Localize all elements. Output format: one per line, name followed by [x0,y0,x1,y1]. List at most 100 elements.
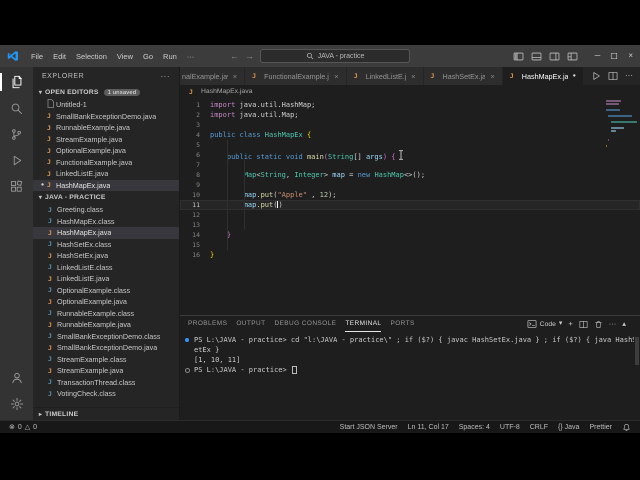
terminal-scrollbar[interactable] [635,337,639,365]
activity-explorer[interactable] [0,69,33,95]
file-tree-item[interactable]: J Greeting.class [33,204,179,216]
more-actions-icon[interactable]: ··· [161,72,171,81]
menu-item[interactable]: Selection [71,52,112,61]
toggle-panel-icon[interactable] [531,51,542,62]
activity-settings[interactable] [0,391,33,417]
file-tree-item[interactable]: J SmallBankExceptionDemo.class [33,331,179,343]
editor-tab[interactable]: J HashSetEx.java × [423,67,503,85]
problems-status[interactable]: ⊗ 0 △ 0 [9,424,37,431]
close-icon[interactable]: × [233,72,237,81]
code-line[interactable]: 10 map.put("Apple" , 12); [180,190,640,200]
open-editor-item[interactable]: J SmallBankExceptionDemo.java [33,111,179,123]
close-icon[interactable]: × [411,72,415,81]
back-icon[interactable]: ← [230,51,239,61]
minimize-icon[interactable]: ─ [595,52,601,60]
file-tree-item[interactable]: J VotingCheck.class [33,388,179,400]
activity-extensions[interactable] [0,173,33,199]
command-center-search[interactable]: JAVA - practice [260,49,410,63]
close-icon[interactable]: × [490,72,494,81]
menu-item[interactable]: File [26,52,48,61]
file-tree-item[interactable]: J StreamExample.java [33,365,179,377]
status-item[interactable]: Spaces: 4 [459,424,490,431]
file-tree-item[interactable]: J OptionalExample.class [33,285,179,297]
open-editor-item[interactable]: J RunnableExample.java [33,122,179,134]
menu-item[interactable]: Run [158,52,182,61]
split-editor-icon[interactable] [608,71,618,81]
file-tree-item[interactable]: J HashSetEx.class [33,239,179,251]
timeline-header[interactable]: ▸ TIMELINE [33,407,179,420]
forward-icon[interactable]: → [245,51,254,61]
toggle-secondary-sidebar-icon[interactable] [549,51,560,62]
code-line[interactable]: 16} [180,250,640,260]
file-tree-item[interactable]: J StreamExample.class [33,354,179,366]
modified-dot-icon[interactable]: ● [573,73,576,79]
menu-item[interactable]: Go [138,52,158,61]
editor-tab[interactable]: nalExample.java × [180,67,246,85]
status-item[interactable]: {} Java [558,424,579,431]
kill-terminal-icon[interactable] [594,320,603,329]
code-line[interactable]: 14 } [180,230,640,240]
split-terminal-icon[interactable] [579,320,588,329]
close-icon[interactable]: × [628,52,633,60]
code-line[interactable]: 12 [180,210,640,220]
code-line[interactable]: 13 [180,220,640,230]
status-item[interactable]: Ln 11, Col 17 [408,424,449,431]
minimap[interactable] [606,100,638,148]
maximize-icon[interactable] [610,52,618,60]
editor-tab[interactable]: J HashMapEx.java ● [502,67,584,85]
open-editor-item[interactable]: J StreamExample.java [33,134,179,146]
bell-icon[interactable] [622,423,631,432]
more-icon[interactable]: ··· [609,320,617,328]
file-tree-item[interactable]: J RunnableExample.java [33,319,179,331]
open-editor-item[interactable]: J LinkedListE.java [33,168,179,180]
code-line[interactable]: 11 map.put() [180,200,640,210]
code-line[interactable]: 8 Map<String, Integer> map = new HashMap… [180,170,640,180]
code-line[interactable]: 6 public static void main(String[] args)… [180,150,640,161]
file-tree-item[interactable]: J OptionalExample.java [33,296,179,308]
maximize-panel-icon[interactable]: ▴ [622,320,626,328]
code-line[interactable]: 3 [180,120,640,130]
open-editor-item[interactable]: J OptionalExample.java [33,145,179,157]
panel-tab-ports[interactable]: PORTS [390,316,414,332]
file-tree-item[interactable]: J SmallBankExceptionDemo.java [33,342,179,354]
run-icon[interactable] [591,71,601,81]
file-tree-item[interactable]: J HashMapEx.class [33,216,179,228]
editor-tab[interactable]: J LinkedListE.jav × [346,67,424,85]
code-line[interactable]: 7 [180,160,640,170]
code-line[interactable]: 15 [180,240,640,250]
toggle-sidebar-icon[interactable] [513,51,524,62]
terminal[interactable]: PS L:\JAVA - practice> cd "l:\JAVA - pra… [180,332,640,420]
open-editor-item[interactable]: ● J HashMapEx.java [33,179,179,191]
customize-layout-icon[interactable] [567,51,578,62]
file-tree-item[interactable]: J LinkedListE.java [33,273,179,285]
open-editor-item[interactable]: J FunctionalExample.java [33,157,179,169]
new-terminal-icon[interactable]: + [568,320,572,328]
menu-item[interactable]: ··· [182,52,200,61]
activity-run-debug[interactable] [0,147,33,173]
panel-tab-debug-console[interactable]: DEBUG CONSOLE [274,316,336,332]
file-tree-item[interactable]: J TransactionThread.class [33,377,179,389]
editor-tab[interactable]: J FunctionalExample.java × [245,67,347,85]
more-icon[interactable]: ··· [625,72,633,80]
status-item[interactable]: CRLF [530,424,548,431]
code-line[interactable]: 1 import java.util.HashMap; [180,100,640,110]
open-editor-item[interactable]: Untitled-1 [33,99,179,111]
file-tree-item[interactable]: J HashMapEx.java [33,227,179,239]
status-item[interactable]: Start JSON Server [340,424,398,431]
activity-search[interactable] [0,95,33,121]
panel-tab-terminal[interactable]: TERMINAL [345,316,382,332]
menu-item[interactable]: Edit [48,52,71,61]
menu-item[interactable]: View [112,52,138,61]
status-item[interactable]: Prettier [589,424,612,431]
close-icon[interactable]: × [334,72,338,81]
file-tree-item[interactable]: J RunnableExample.class [33,308,179,320]
activity-account[interactable] [0,365,33,391]
code-line[interactable]: 5 [180,140,640,150]
open-editors-header[interactable]: ▾ OPEN EDITORS 1 unsaved [33,86,179,99]
breadcrumb[interactable]: J HashMapEx.java [180,85,640,98]
file-tree-item[interactable]: J LinkedListE.class [33,262,179,274]
file-tree-item[interactable]: J HashSetEx.java [33,250,179,262]
code-line[interactable]: 4 public class HashMapEx { [180,130,640,140]
project-folder-header[interactable]: ▾ JAVA - PRACTICE [33,191,179,204]
code-editor[interactable]: 1 import java.util.HashMap; 2 import java.u… [180,98,640,315]
